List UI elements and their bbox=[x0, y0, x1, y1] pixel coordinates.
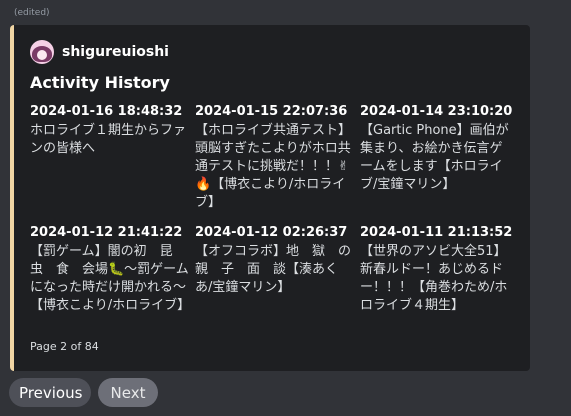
field-timestamp: 2024-01-11 21:13:52 bbox=[360, 225, 513, 240]
anime-avatar-icon[interactable] bbox=[30, 40, 54, 64]
embed-field: 2024-01-12 02:26:37 【オフコラボ】地 獄 の 親 子 面 談… bbox=[195, 224, 365, 324]
field-timestamp: 2024-01-14 23:10:20 bbox=[360, 104, 513, 119]
author-name[interactable]: shigureuioshi bbox=[62, 44, 169, 60]
embed-field: 2024-01-14 23:10:20 【Gartic Phone】画伯が集まり… bbox=[360, 103, 520, 224]
field-stream-title: 【世界のアソビ大全51】新春ルドー！あじめるドー！！！【角巻わため/ホロライブ４… bbox=[360, 244, 508, 313]
embed-fields: 2024-01-16 18:48:32 ホロライブ１期生からファンの皆様へ 20… bbox=[30, 103, 520, 324]
embed-field: 2024-01-11 21:13:52 【世界のアソビ大全51】新春ルドー！あじ… bbox=[360, 224, 520, 324]
embed-footer: Page 2 of 84 bbox=[30, 340, 99, 353]
edited-label: (edited) bbox=[14, 8, 50, 18]
field-timestamp: 2024-01-16 18:48:32 bbox=[30, 104, 183, 119]
field-stream-title: 【罰ゲーム】闇の初 昆 虫 食 会場🐛～罰ゲームになった時だけ開かれる～【博衣こ… bbox=[30, 244, 191, 313]
field-stream-title: 【オフコラボ】地 獄 の 親 子 面 談【湊あくあ/宝鐘マリン】 bbox=[195, 244, 365, 295]
embed-field: 2024-01-16 18:48:32 ホロライブ１期生からファンの皆様へ bbox=[30, 103, 195, 224]
field-timestamp: 2024-01-15 22:07:36 bbox=[195, 104, 348, 119]
field-timestamp: 2024-01-12 21:41:22 bbox=[30, 225, 183, 240]
embed-field: 2024-01-15 22:07:36 【ホロライブ共通テスト】頭脳すぎたこより… bbox=[195, 103, 360, 224]
field-timestamp: 2024-01-12 02:26:37 bbox=[195, 225, 348, 240]
activity-embed: shigureuioshi Activity History 2024-01-1… bbox=[10, 25, 530, 371]
embed-title: Activity History bbox=[30, 73, 170, 92]
next-button[interactable]: Next bbox=[98, 378, 158, 407]
field-stream-title: 【ホロライブ共通テスト】頭脳すぎたこよりがホロ共通テストに挑戦だ！！！✌🔥【博衣… bbox=[195, 123, 352, 210]
field-stream-title: ホロライブ１期生からファンの皆様へ bbox=[30, 123, 187, 156]
field-stream-title: 【Gartic Phone】画伯が集まり、お絵かき伝言ゲームをします【ホロライブ… bbox=[360, 123, 509, 192]
previous-button[interactable]: Previous bbox=[9, 378, 91, 407]
embed-author: shigureuioshi bbox=[30, 40, 169, 64]
embed-field: 2024-01-12 21:41:22 【罰ゲーム】闇の初 昆 虫 食 会場🐛～… bbox=[30, 224, 195, 324]
